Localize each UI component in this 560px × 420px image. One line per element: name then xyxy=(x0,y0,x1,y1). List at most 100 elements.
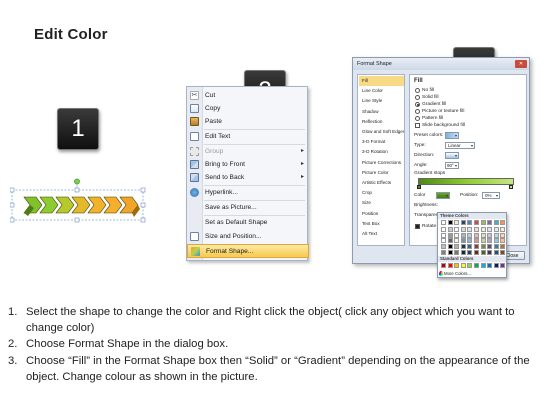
color-swatch[interactable] xyxy=(454,220,460,225)
color-swatch[interactable] xyxy=(493,238,499,244)
color-swatch[interactable] xyxy=(441,232,446,238)
nav-item-alt-text[interactable]: Alt Text xyxy=(359,229,404,239)
radio-pattern-fill[interactable] xyxy=(415,116,420,121)
gradient-stop-handle[interactable] xyxy=(417,185,421,189)
color-swatch[interactable] xyxy=(487,249,493,255)
color-swatch[interactable] xyxy=(467,238,473,244)
color-swatch[interactable] xyxy=(467,243,473,249)
color-swatch[interactable] xyxy=(460,249,466,255)
checkbox-slide-background[interactable] xyxy=(415,123,420,128)
color-swatch[interactable] xyxy=(454,238,460,244)
color-swatch[interactable] xyxy=(467,220,473,225)
gradient-stop-handle[interactable] xyxy=(509,185,513,189)
menu-item-paste[interactable]: Paste xyxy=(187,115,309,128)
color-swatch[interactable] xyxy=(467,232,473,238)
color-swatch[interactable] xyxy=(474,227,479,233)
color-swatch[interactable] xyxy=(480,227,486,233)
color-swatch[interactable] xyxy=(500,227,506,233)
color-swatch[interactable] xyxy=(460,243,466,249)
menu-item-bring-to-front[interactable]: Bring to Front ▸ xyxy=(187,158,309,171)
menu-item-edit-text[interactable]: Edit Text xyxy=(187,130,309,143)
color-swatch[interactable] xyxy=(447,227,453,233)
position-spinner[interactable]: 0% xyxy=(482,192,500,199)
color-swatch[interactable] xyxy=(441,238,446,244)
checkbox-rotate[interactable] xyxy=(415,224,420,229)
type-dropdown[interactable]: Linear xyxy=(445,142,475,149)
nav-item-glow[interactable]: Glow and Soft Edges xyxy=(359,127,404,137)
nav-item-size[interactable]: Size xyxy=(359,198,404,208)
color-swatch[interactable] xyxy=(460,227,466,233)
color-swatch[interactable] xyxy=(493,220,499,225)
color-swatch[interactable] xyxy=(441,220,446,225)
menu-item-hyperlink[interactable]: Hyperlink... xyxy=(187,186,309,199)
nav-item-3d-rotation[interactable]: 3-D Rotation xyxy=(359,147,404,157)
color-swatch[interactable] xyxy=(480,243,486,249)
color-swatch[interactable] xyxy=(487,238,493,244)
standard-color-swatch[interactable] xyxy=(460,263,466,268)
color-swatch[interactable] xyxy=(500,238,506,244)
angle-spinner[interactable]: 90° xyxy=(445,162,459,169)
menu-item-size-position[interactable]: Size and Position... xyxy=(187,230,309,243)
color-swatch[interactable] xyxy=(467,227,473,233)
color-swatch[interactable] xyxy=(493,227,499,233)
color-swatch[interactable] xyxy=(487,232,493,238)
color-swatch[interactable] xyxy=(441,243,446,249)
standard-color-swatch[interactable] xyxy=(454,263,460,268)
color-swatch[interactable] xyxy=(460,238,466,244)
color-swatch[interactable] xyxy=(500,220,506,225)
color-swatch[interactable] xyxy=(467,249,473,255)
color-swatch[interactable] xyxy=(447,220,453,225)
nav-item-position[interactable]: Position xyxy=(359,209,404,219)
color-swatch[interactable] xyxy=(447,238,453,244)
radio-picture-fill[interactable] xyxy=(415,109,420,114)
color-swatch[interactable] xyxy=(487,220,493,225)
menu-item-save-as-picture[interactable]: Save as Picture... xyxy=(187,201,309,214)
color-swatch[interactable] xyxy=(474,232,479,238)
color-swatch[interactable] xyxy=(447,232,453,238)
radio-no-fill[interactable] xyxy=(415,88,420,93)
direction-dropdown[interactable] xyxy=(445,152,459,159)
color-swatch[interactable] xyxy=(447,243,453,249)
color-swatch[interactable] xyxy=(474,220,479,225)
menu-item-group[interactable]: Group ▸ xyxy=(187,145,309,158)
radio-gradient-fill[interactable] xyxy=(415,102,420,107)
color-swatch[interactable] xyxy=(454,232,460,238)
color-swatch[interactable] xyxy=(454,243,460,249)
color-swatch[interactable] xyxy=(454,227,460,233)
color-swatch[interactable] xyxy=(441,227,446,233)
color-swatch[interactable] xyxy=(480,232,486,238)
standard-color-swatch[interactable] xyxy=(447,263,453,268)
nav-item-text-box[interactable]: Text Box xyxy=(359,219,404,229)
color-swatch[interactable] xyxy=(500,243,506,249)
color-swatch[interactable] xyxy=(500,232,506,238)
nav-item-line-color[interactable]: Line Color xyxy=(359,86,404,96)
color-swatch[interactable] xyxy=(460,220,466,225)
menu-item-copy[interactable]: Copy xyxy=(187,102,309,115)
color-swatch[interactable] xyxy=(474,243,479,249)
color-swatch[interactable] xyxy=(493,243,499,249)
color-swatch[interactable] xyxy=(447,249,453,255)
nav-item-picture-corrections[interactable]: Picture Corrections xyxy=(359,158,404,168)
color-swatch[interactable] xyxy=(493,232,499,238)
color-swatch[interactable] xyxy=(460,232,466,238)
color-swatch[interactable] xyxy=(474,238,479,244)
nav-item-fill[interactable]: Fill xyxy=(359,76,404,87)
menu-item-send-to-back[interactable]: Send to Back ▸ xyxy=(187,171,309,184)
color-swatch[interactable] xyxy=(493,249,499,255)
gradient-stops-bar[interactable] xyxy=(418,178,514,185)
nav-item-3d-format[interactable]: 3-D Format xyxy=(359,137,404,147)
standard-color-swatch[interactable] xyxy=(441,263,446,268)
nav-item-artistic-effects[interactable]: Artistic Effects xyxy=(359,178,404,188)
close-icon[interactable]: ✕ xyxy=(515,60,527,68)
color-swatch[interactable] xyxy=(474,249,479,255)
nav-item-line-style[interactable]: Line Style xyxy=(359,96,404,106)
nav-item-crop[interactable]: Crop xyxy=(359,188,404,198)
color-swatch[interactable] xyxy=(487,243,493,249)
color-swatch[interactable] xyxy=(480,220,486,225)
nav-item-picture-color[interactable]: Picture Color xyxy=(359,168,404,178)
selected-chevron-shape[interactable] xyxy=(9,178,150,228)
color-swatch[interactable] xyxy=(480,238,486,244)
color-swatch[interactable] xyxy=(487,227,493,233)
menu-item-format-shape[interactable]: Format Shape... xyxy=(187,244,309,258)
standard-color-swatch[interactable] xyxy=(493,263,499,268)
